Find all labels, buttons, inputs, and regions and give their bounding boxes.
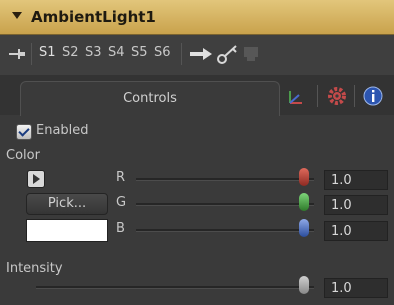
tab-separator	[354, 85, 355, 107]
key-icon[interactable]	[216, 43, 238, 65]
tab-separator	[317, 85, 318, 107]
info-icon[interactable]	[362, 85, 384, 107]
slot-s6[interactable]: S6	[154, 45, 171, 60]
g-value-field[interactable]: 1.0	[324, 195, 388, 215]
pin-icon[interactable]	[8, 47, 26, 61]
toolbar-separator	[181, 43, 182, 65]
g-slider-track[interactable]	[136, 203, 314, 206]
b-slider-track[interactable]	[136, 229, 314, 232]
slot-s3[interactable]: S3	[85, 45, 102, 60]
r-slider-knob[interactable]	[299, 168, 309, 186]
pick-button[interactable]: Pick...	[26, 193, 108, 215]
node-titlebar[interactable]: AmbientLight1	[0, 0, 394, 35]
intensity-label: Intensity	[6, 261, 63, 276]
slot-s5[interactable]: S5	[131, 45, 148, 60]
cache-icon[interactable]	[242, 45, 260, 63]
slot-s2[interactable]: S2	[62, 45, 79, 60]
intensity-value-field[interactable]: 1.0	[324, 278, 388, 298]
enabled-checkbox[interactable]	[16, 124, 32, 140]
channel-b-label: B	[116, 221, 125, 236]
r-slider-track[interactable]	[136, 178, 314, 181]
tab-controls[interactable]: Controls	[20, 81, 280, 116]
channel-g-label: G	[116, 195, 127, 210]
channel-r-label: R	[116, 170, 126, 185]
passthrough-arrow-icon[interactable]	[189, 47, 213, 61]
b-slider-knob[interactable]	[299, 219, 309, 237]
color-section-label: Color	[6, 148, 40, 163]
enabled-label: Enabled	[36, 123, 89, 138]
transform-axes-icon[interactable]	[286, 85, 310, 107]
tool-panel: AmbientLight1 S1 S2 S3 S4 S5 S6 Controls	[0, 0, 394, 305]
g-slider-knob[interactable]	[299, 193, 309, 211]
intensity-slider-knob[interactable]	[299, 276, 309, 294]
tab-controls-label: Controls	[123, 91, 177, 106]
tab-bar: Controls	[0, 75, 394, 116]
toolbar-separator	[31, 43, 32, 65]
slot-toolbar: S1 S2 S3 S4 S5 S6	[0, 35, 394, 75]
node-title: AmbientLight1	[31, 8, 156, 26]
gear-icon[interactable]	[326, 85, 348, 107]
slot-s1[interactable]: S1	[39, 45, 56, 60]
slot-s4[interactable]: S4	[108, 45, 125, 60]
color-swatch[interactable]	[26, 219, 108, 242]
collapse-arrow-icon[interactable]	[12, 12, 22, 19]
color-expand-button[interactable]	[27, 170, 45, 188]
intensity-slider-track[interactable]	[36, 286, 314, 289]
b-value-field[interactable]: 1.0	[324, 221, 388, 241]
r-value-field[interactable]: 1.0	[324, 170, 388, 190]
